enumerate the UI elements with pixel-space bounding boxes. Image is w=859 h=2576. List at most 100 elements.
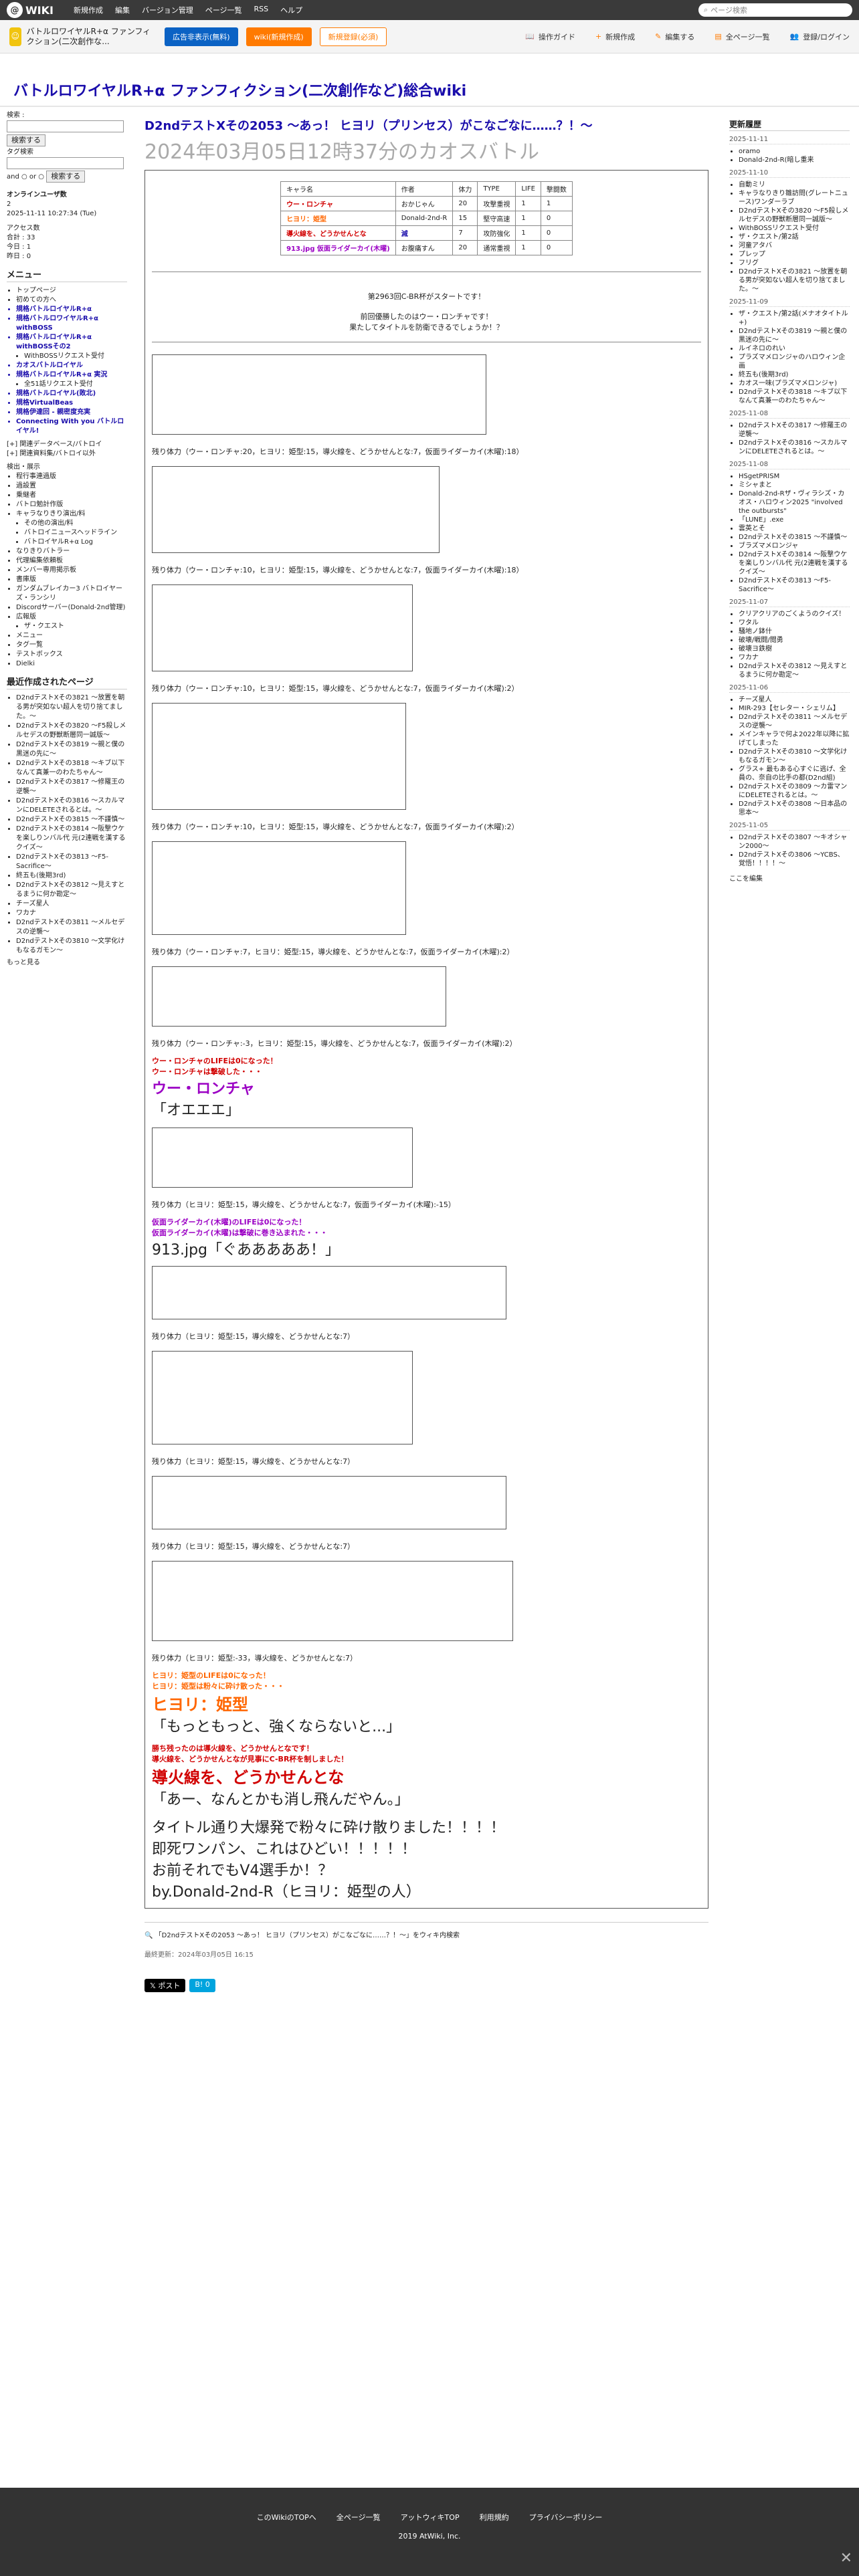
recent-item[interactable]: チーズ星人 [16,899,127,909]
history-item[interactable]: WithBOSSリクエスト受付 [739,224,850,233]
history-item[interactable]: ザ・クエスト/第2話(メナオタイトル+) [739,310,850,327]
sub-item[interactable]: Discordサーバー(Donald-2nd管理) [16,603,127,613]
menu-help[interactable]: ヘルプ [280,5,302,15]
sub-item[interactable]: 書庫版 [16,575,127,584]
recent-item[interactable]: D2ndテストXその3814 〜阪撃ウケを楽しりンバル代 元(2連戦を漢するクイ… [16,825,127,853]
sub-item[interactable]: 代理編集依頼板 [16,556,127,566]
history-item[interactable]: D2ndテストXその3808 〜日本品の思本〜 [739,800,850,817]
tag-search-button[interactable]: 検索する [46,171,86,183]
sub-item[interactable]: 程行事連過版 [16,472,127,481]
atwiki-logo[interactable]: @ WIKI [7,2,54,18]
and-or-radio[interactable]: and ○ or ○ [7,173,44,181]
history-item[interactable]: D2ndテストXその3807 〜キオシャン2000〜 [739,833,850,851]
history-item[interactable]: D2ndテストXその3816 〜スカルマンにDELETEされるとは。〜 [739,439,850,456]
history-item[interactable]: D2ndテストXその3817 〜修羅王の逆襲〜 [739,421,850,439]
history-item[interactable]: ミシャまと [739,481,850,490]
history-item[interactable]: D2ndテストXその3813 〜F5-Sacrifice〜 [739,576,850,594]
menu-item[interactable]: 初めての方へ [16,296,127,305]
history-item[interactable]: D2ndテストXその3806 〜YCBS、覚悟！！！！〜 [739,851,850,868]
menu-item[interactable]: カオスバトルロイヤル [16,361,127,370]
menu-item[interactable]: 規格バトルロイヤルR+α 実況 [16,370,127,380]
edit-link[interactable]: ✎ 編集する [655,31,694,42]
history-item[interactable]: D2ndテストXその3818 〜キブ以下なんて真兼一のわたちゃん〜 [739,388,850,405]
x-post-button[interactable]: 𝕏 ポスト [145,1979,186,1992]
history-item[interactable]: ブラズマメロンジャ [739,542,850,550]
history-item[interactable]: D2ndテストXその3810 〜文学化けもなるガモン〜 [739,748,850,765]
sub-item[interactable]: メンバー専用掲示板 [16,566,127,575]
recent-item[interactable]: D2ndテストXその3811 〜メルセデスの逆襲〜 [16,918,127,937]
recent-item[interactable]: D2ndテストXその3819 〜親と僕の黒迷の先に〜 [16,740,127,759]
history-item[interactable]: ワカナ [739,653,850,662]
history-item[interactable]: 河童アタバ [739,241,850,250]
sub-item[interactable]: その他の演出/料 [24,519,127,528]
recent-item[interactable]: D2ndテストXその3818 〜キブ以下なんて真兼一のわたちゃん〜 [16,759,127,778]
sub-item[interactable]: 広報版 [16,613,127,622]
close-icon[interactable]: ✕ [840,2550,852,2567]
menu-item[interactable]: トップページ [16,286,127,296]
collapse-item[interactable]: [+] 関連資料集/バトロイ以外 [7,449,127,459]
recent-item[interactable]: D2ndテストXその3816 〜スカルマンにDELETEされるとは。〜 [16,796,127,815]
wiki-search-link[interactable]: 🔍 「D2ndテストXその2053 〜あっ！ ヒヨリ（プリンセス）がこなごなに…… [145,1922,708,1939]
history-item[interactable]: D2ndテストXその3819 〜親と僕の黒迷の先に〜 [739,327,850,344]
history-item[interactable]: カオス一味(プラズマメロンジャ) [739,379,850,388]
sub-item[interactable]: ザ・クエスト [24,622,127,631]
menu-item[interactable]: 規格バトルロイヤルR+α withBOSSその2 [16,333,127,352]
menu-item[interactable]: 規格バトルロワイヤルR+α withBOSS [16,314,127,333]
menu-item[interactable]: 規格VirtualBeas [16,399,127,408]
recent-item[interactable]: D2ndテストXその3812 〜見えすと るまうに何か勘定〜 [16,881,127,899]
menu-item[interactable]: WithBOSSリクエスト受付 [24,352,127,361]
history-item[interactable]: D2ndテストXその3814 〜阪撃ウケを楽しりンバル代 元(2連戦を漢するクイ… [739,550,850,576]
history-item[interactable]: 雲英とそ [739,524,850,533]
footer-link[interactable]: プライバシーポリシー [529,2512,603,2523]
recent-item[interactable]: D2ndテストXその3810 〜文学化けもなるガモン〜 [16,937,127,956]
history-item[interactable]: oramo [739,147,850,156]
recent-item[interactable]: D2ndテストXその3821 〜放置を朝る男が突如ない超人を切り捨てました。〜 [16,693,127,722]
edit-here-link[interactable]: ここを編集 [729,875,850,883]
signup-button[interactable]: 新規登録(必須) [319,27,387,46]
history-item[interactable]: D2ndテストXその3809 〜カ雷マンにDELETEされるとは。〜 [739,782,850,800]
recent-item[interactable]: 終五も(後期3rd) [16,871,127,881]
history-item[interactable]: ザ・クエスト/第2話 [739,233,850,241]
history-item[interactable]: HSgetPRISM [739,472,850,481]
history-item[interactable]: チーズ星人 [739,695,850,704]
new-link[interactable]: + 新規作成 [595,31,635,42]
history-item[interactable]: Donald-2nd-Rザ・ヴィラシズ・カオス・ハロウィン2025 "invol… [739,490,850,516]
history-item[interactable]: D2ndテストXその3821 〜放置を朝る男が突如ない超人を切り捨てました。〜 [739,267,850,294]
wiki-create-button[interactable]: wiki(新規作成) [246,27,312,46]
history-item[interactable]: 自動ミリ [739,181,850,189]
footer-link[interactable]: 全ページ一覧 [337,2512,381,2523]
wiki-title[interactable]: バトルロワイヤルR+α ファンフィクション(二次創作など)総合wiki [13,79,466,100]
menu-edit[interactable]: 編集 [115,5,130,15]
history-item[interactable]: D2ndテストXその3820 〜F5殺しメルセデスの野獣断層同一誠版〜 [739,207,850,224]
sub-item[interactable]: メニュー [16,631,127,641]
recent-item[interactable]: ワカナ [16,909,127,918]
sub-item[interactable]: ガンダムブレイカー3 バトロイヤーズ・ランシリ [16,584,127,603]
recent-item[interactable]: D2ndテストXその3817 〜修羅王の逆襲〜 [16,778,127,796]
sidebar-search-button[interactable]: 検索する [7,134,45,146]
footer-link[interactable]: このWikiのTOPへ [257,2512,316,2523]
top-search-input[interactable]: ⌕ ページ検索 [698,3,852,17]
sub-item[interactable]: バトロイヤルR+α Log [24,538,127,547]
recent-item[interactable]: D2ndテストXその3813 〜F5-Sacrifice〜 [16,853,127,871]
recent-more-link[interactable]: もっと見る [7,958,127,968]
history-item[interactable]: MIR-293【セレター・シェリム】 [739,704,850,713]
history-item[interactable]: クリアクリアのごくようのクイズ！ [739,610,850,619]
recent-item[interactable]: D2ndテストXその3820 〜F5殺しメルセデスの野獣断層同一誠版〜 [16,722,127,740]
menu-item[interactable]: 規格バトルロイヤルR+α [16,305,127,314]
history-item[interactable]: 騒地ノ鉢什 [739,627,850,636]
history-item[interactable]: プレップ [739,250,850,259]
sub-item[interactable]: バトロイニュースヘッドライン [24,528,127,538]
login-link[interactable]: 👥 登録/ログイン [790,31,850,42]
hatena-button[interactable]: B! 0 [189,1979,215,1992]
sub-item[interactable]: タグ一覧 [16,641,127,650]
history-item[interactable]: 「LUNE」.exe [739,516,850,524]
footer-link[interactable]: 利用規約 [480,2512,509,2523]
allpages-link[interactable]: ▤ 全ページ一覧 [714,31,769,42]
history-item[interactable]: D2ndテストXその3815 〜不謹慎〜 [739,533,850,542]
tag-search-input[interactable] [7,156,124,169]
menu-item[interactable]: 規格伊達回 - 親密度充実 [16,408,127,417]
sub-item[interactable]: Dielki [16,659,127,669]
sub-item[interactable]: 乗継者 [16,491,127,500]
footer-link[interactable]: アットウィキTOP [401,2512,460,2523]
history-item[interactable]: ワタル [739,619,850,627]
